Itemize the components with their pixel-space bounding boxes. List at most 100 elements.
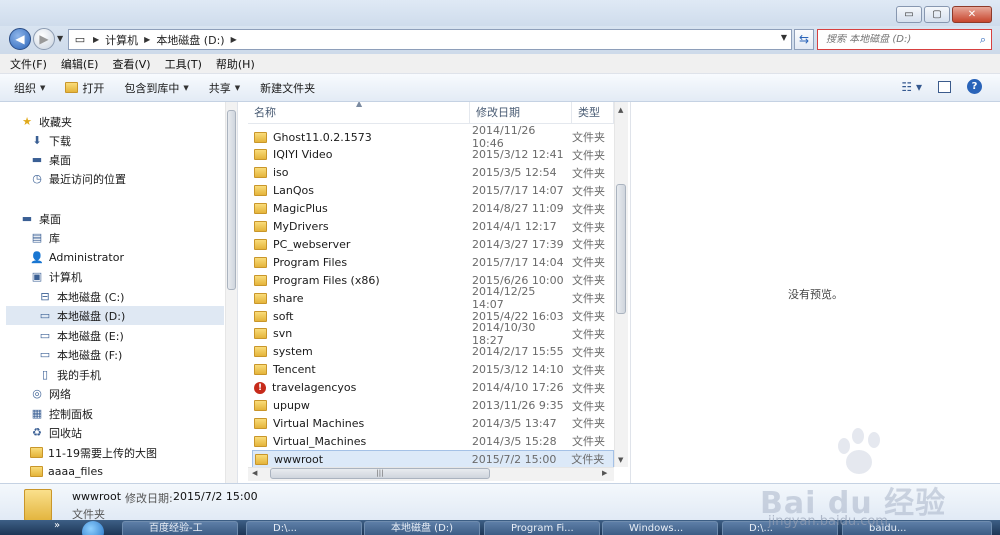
file-row[interactable]: LanQos 2015/7/17 14:07 文件夹 xyxy=(252,182,614,200)
taskbar-button[interactable]: Program Fi... xyxy=(484,521,600,535)
nav-item[interactable]: ▬ 桌面 xyxy=(0,150,71,169)
open-button[interactable]: 打开 xyxy=(65,80,104,96)
file-row[interactable]: share 2014/12/25 14:07 文件夹 xyxy=(252,285,614,311)
breadcrumb-separator[interactable]: ▶ xyxy=(144,35,150,44)
file-name: iso xyxy=(273,166,289,180)
file-row[interactable]: Program Files 2015/7/17 14:04 文件夹 xyxy=(252,253,614,271)
file-date: 2014/3/5 13:47 xyxy=(472,416,557,430)
change-view-icon[interactable]: ☷ ▾ xyxy=(901,80,922,94)
file-row[interactable]: IQIYI Video 2015/3/12 12:41 文件夹 xyxy=(252,146,614,164)
taskbar-button[interactable]: 百度经验-工 xyxy=(122,521,238,535)
scroll-up-arrow-icon[interactable]: ▲ xyxy=(618,106,623,114)
refresh-icon: ⇆ xyxy=(798,32,810,46)
back-button[interactable]: ◀ xyxy=(9,28,31,50)
nav-item-label: aaaa_files xyxy=(48,465,103,478)
recent-pages-dropdown[interactable]: ▼ xyxy=(57,34,63,43)
file-row[interactable]: Virtual_Machines 2014/3/5 15:28 文件夹 xyxy=(252,432,614,450)
file-row[interactable]: iso 2015/3/5 12:54 文件夹 xyxy=(252,164,614,182)
address-dropdown[interactable]: ▼ xyxy=(781,33,787,42)
nav-item[interactable]: ▭ 本地磁盘 (F:) xyxy=(0,345,122,364)
file-row[interactable]: upupw 2013/11/26 9:35 文件夹 xyxy=(252,397,614,415)
scroll-right-arrow-icon[interactable]: ▶ xyxy=(602,469,607,477)
nav-item[interactable]: aaaa_files xyxy=(0,462,103,481)
search-input[interactable] xyxy=(826,34,966,45)
nav-item[interactable]: ▯ 我的手机 xyxy=(0,365,101,384)
breadcrumb-separator[interactable]: ▶ xyxy=(93,35,99,44)
nav-item[interactable]: 11-19需要上传的大图 xyxy=(0,443,157,462)
nav-item-label: 回收站 xyxy=(49,426,82,440)
file-row[interactable]: Virtual Machines 2014/3/5 13:47 文件夹 xyxy=(252,414,614,432)
column-type[interactable]: 类型 xyxy=(572,102,614,124)
nav-item[interactable]: ◷ 最近访问的位置 xyxy=(0,169,126,188)
maximize-button[interactable]: ▢ xyxy=(924,6,950,23)
taskbar-chevron-icon[interactable]: » xyxy=(54,520,60,531)
taskbar-button[interactable]: D:\... xyxy=(246,521,362,535)
new-folder-button[interactable]: 新建文件夹 xyxy=(260,80,315,96)
minimize-button[interactable]: ▭ xyxy=(896,6,922,23)
share-button[interactable]: 共享 ▼ xyxy=(209,80,240,96)
nav-item-label: 我的手机 xyxy=(57,368,101,382)
nav-item[interactable]: ▣ 计算机 xyxy=(0,267,82,286)
file-name: system xyxy=(273,345,313,359)
help-icon[interactable]: ? xyxy=(967,79,982,94)
nav-item[interactable]: ⬇ 下载 xyxy=(0,131,71,150)
menu-view[interactable]: 查看(V) xyxy=(112,56,150,72)
menu-edit[interactable]: 编辑(E) xyxy=(61,56,99,72)
scroll-left-arrow-icon[interactable]: ◀ xyxy=(252,469,257,477)
file-name-cell: PC_webserver xyxy=(252,238,466,251)
include-in-library-button[interactable]: 包含到库中 ▼ xyxy=(124,80,188,96)
file-type: 文件夹 xyxy=(571,453,605,467)
close-button[interactable]: ✕ xyxy=(952,6,992,23)
organize-button[interactable]: 组织 ▼ xyxy=(14,80,45,96)
nav-item[interactable]: ⊟ 本地磁盘 (C:) xyxy=(0,287,124,306)
taskbar-button[interactable]: 本地磁盘 (D:) xyxy=(364,521,480,535)
breadcrumb-separator[interactable]: ▶ xyxy=(231,35,237,44)
file-row[interactable]: MagicPlus 2014/8/27 11:09 文件夹 xyxy=(252,200,614,218)
search-box[interactable]: ⌕ xyxy=(817,29,992,50)
nav-item[interactable]: 👤 Administrator xyxy=(0,248,124,267)
nav-scroll-thumb[interactable] xyxy=(227,110,236,290)
file-name: Tencent xyxy=(273,363,316,377)
taskbar-button[interactable]: Windows... xyxy=(602,521,718,535)
menu-file[interactable]: 文件(F) xyxy=(10,56,47,72)
file-row[interactable]: ! travelagencyos 2014/4/10 17:26 文件夹 xyxy=(252,379,614,397)
horizontal-scroll-thumb[interactable]: ||| xyxy=(270,468,490,479)
nav-item[interactable]: ▬ 桌面 xyxy=(0,209,61,228)
address-bar[interactable]: ▭ ▶ 计算机 ▶ 本地磁盘 (D:) ▶ ▼ xyxy=(68,29,792,50)
menu-help[interactable]: 帮助(H) xyxy=(216,56,255,72)
forward-button[interactable]: ▶ xyxy=(33,28,55,50)
nav-item-label: 计算机 xyxy=(49,270,82,284)
nav-item[interactable]: ♻ 回收站 xyxy=(0,423,82,442)
file-date: 2013/11/26 9:35 xyxy=(472,399,564,412)
menu-tools[interactable]: 工具(T) xyxy=(165,56,202,72)
file-row[interactable]: svn 2014/10/30 18:27 文件夹 xyxy=(252,321,614,347)
preview-pane-icon[interactable] xyxy=(938,80,951,93)
start-button-icon[interactable] xyxy=(82,521,104,535)
file-row[interactable]: PC_webserver 2014/3/27 17:39 文件夹 xyxy=(252,235,614,253)
column-name[interactable]: 名称 xyxy=(248,102,470,124)
scroll-down-arrow-icon[interactable]: ▼ xyxy=(618,456,623,464)
nav-item[interactable]: ▭ 本地磁盘 (D:) xyxy=(6,306,224,325)
file-row[interactable]: MyDrivers 2014/4/1 12:17 文件夹 xyxy=(252,218,614,236)
nav-item[interactable]: ▦ 控制面板 xyxy=(0,404,93,423)
column-date[interactable]: 修改日期 xyxy=(470,102,572,124)
file-date: 2015/3/12 12:41 xyxy=(472,148,564,162)
folder-icon xyxy=(254,346,267,358)
nav-item[interactable]: ▤ 库 xyxy=(0,228,60,247)
file-type: 文件夹 xyxy=(572,166,605,180)
breadcrumb-computer[interactable]: 计算机 xyxy=(105,32,138,48)
file-row[interactable]: system 2014/2/17 15:55 文件夹 xyxy=(252,343,614,361)
file-type: 文件夹 xyxy=(572,131,605,144)
refresh-button[interactable]: ⇆ xyxy=(794,29,814,50)
nav-item[interactable]: ▭ 本地磁盘 (E:) xyxy=(0,326,124,345)
nav-item[interactable]: ★ 收藏夹 xyxy=(0,112,72,131)
search-icon[interactable]: ⌕ xyxy=(980,33,986,47)
vertical-scroll-thumb[interactable] xyxy=(616,184,626,314)
folder-icon xyxy=(254,149,267,161)
file-date: 2015/3/12 14:10 xyxy=(472,363,564,377)
file-row[interactable]: wwwroot 2015/7/2 15:00 文件夹 xyxy=(252,450,614,469)
file-row[interactable]: Tencent 2015/3/12 14:10 文件夹 xyxy=(252,361,614,379)
nav-item[interactable]: ◎ 网络 xyxy=(0,384,71,403)
breadcrumb-drive-d[interactable]: 本地磁盘 (D:) xyxy=(156,32,224,48)
file-row[interactable]: Ghost11.0.2.1573 2014/11/26 10:46 文件夹 xyxy=(252,124,614,150)
